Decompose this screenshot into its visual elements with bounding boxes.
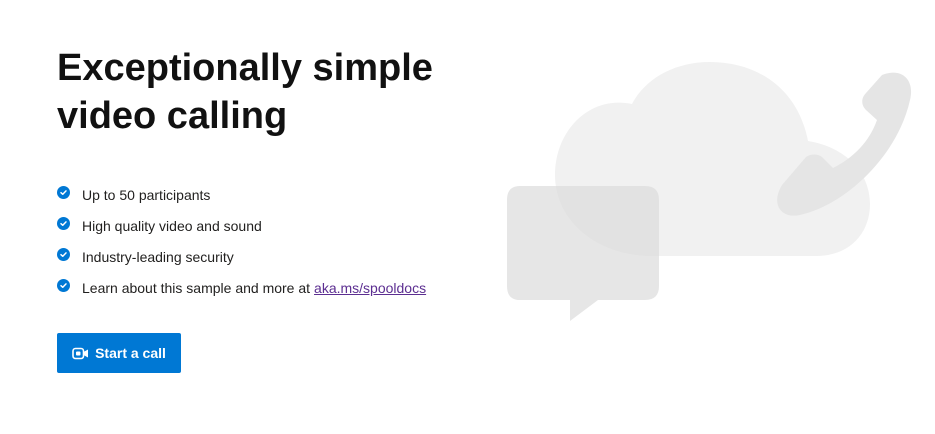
home-page: Exceptionally simple video calling Up to… bbox=[0, 0, 935, 434]
check-circle-icon bbox=[57, 186, 70, 199]
chat-bubble-icon bbox=[507, 186, 659, 321]
check-circle-icon bbox=[57, 279, 70, 292]
page-title-line-1: Exceptionally simple bbox=[57, 47, 433, 89]
page-title-line-2: video calling bbox=[57, 95, 288, 137]
start-call-button[interactable]: Start a call bbox=[57, 333, 181, 373]
docs-link[interactable]: aka.ms/spooldocs bbox=[314, 280, 426, 296]
feature-text: Up to 50 participants bbox=[82, 186, 211, 203]
feature-item-quality: High quality video and sound bbox=[57, 210, 426, 241]
page-title: Exceptionally simple video calling bbox=[57, 44, 477, 140]
check-circle-icon bbox=[57, 217, 70, 230]
feature-text: Learn about this sample and more at bbox=[82, 279, 311, 296]
feature-item-security: Industry-leading security bbox=[57, 241, 426, 272]
feature-text: High quality video and sound bbox=[82, 217, 262, 234]
feature-item-participants: Up to 50 participants bbox=[57, 179, 426, 210]
feature-list: Up to 50 participants High quality video… bbox=[57, 179, 426, 303]
hero-illustration bbox=[507, 62, 912, 321]
start-call-label: Start a call bbox=[95, 345, 166, 361]
video-camera-icon bbox=[72, 347, 89, 360]
feature-item-learn-more: Learn about this sample and more at aka.… bbox=[57, 272, 426, 303]
check-circle-icon bbox=[57, 248, 70, 261]
feature-text: Industry-leading security bbox=[82, 248, 234, 265]
